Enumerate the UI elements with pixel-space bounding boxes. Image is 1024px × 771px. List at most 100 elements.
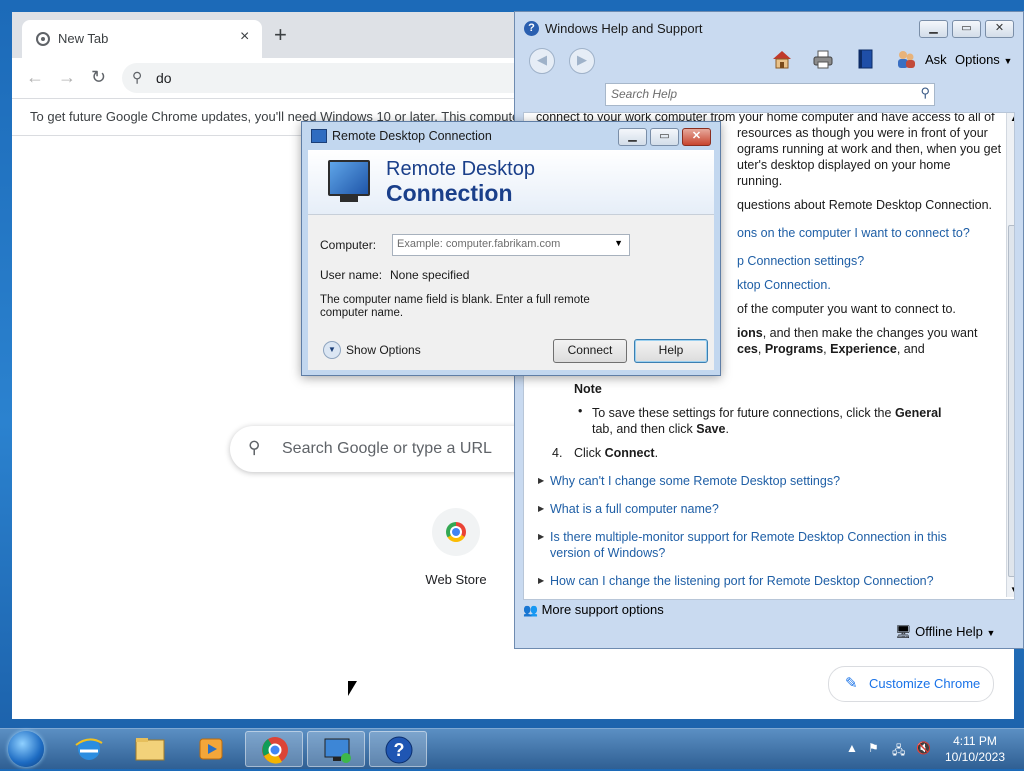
ask-icon[interactable] — [895, 48, 917, 70]
expand-options-icon[interactable]: ▼ — [323, 341, 341, 359]
computer-combobox[interactable]: Example: computer.fabrikam.com ▼ — [392, 234, 630, 256]
action-center-icon[interactable]: ⚑ — [868, 741, 879, 755]
rdc-body: Remote Desktop Connection Computer: Exam… — [308, 150, 714, 370]
reload-icon[interactable]: ↻ — [91, 67, 106, 88]
home-icon[interactable] — [771, 48, 793, 70]
article-line: uter's desktop displayed on your home — [737, 158, 951, 172]
expand-arrow-icon[interactable]: ▶ — [538, 476, 544, 485]
help-search-input[interactable]: Search Help ⚲ — [605, 83, 935, 106]
tab-title: New Tab — [58, 31, 109, 46]
remote-desktop-icon — [328, 160, 370, 202]
faq-link[interactable]: How can I change the listening port for … — [550, 573, 934, 589]
customize-chrome-button[interactable]: ✎ Customize Chrome — [828, 666, 994, 702]
start-button[interactable] — [8, 731, 44, 767]
help-support-taskbar-icon[interactable]: ? — [369, 731, 427, 767]
banner-heading-1: Remote Desktop — [386, 158, 535, 180]
omnibox-text[interactable]: do — [156, 70, 172, 86]
maximize-button[interactable]: ▭ — [952, 20, 981, 38]
bullet-dot: • — [578, 404, 583, 418]
more-support-label: More support options — [541, 602, 664, 617]
help-link[interactable]: ons on the computer I want to connect to… — [737, 225, 970, 241]
faq-link[interactable]: Why can't I change some Remote Desktop s… — [550, 473, 840, 489]
forward-arrow-icon[interactable]: → — [58, 67, 76, 88]
computer-placeholder: Example: computer.fabrikam.com — [397, 238, 561, 250]
remote-desktop-taskbar-icon[interactable] — [307, 731, 365, 767]
connect-button[interactable]: Connect — [553, 339, 627, 363]
system-clock[interactable]: 4:11 PM 10/10/2023 — [940, 733, 1010, 765]
search-icon: ⚲ — [248, 438, 261, 457]
help-button[interactable]: Help — [634, 339, 708, 363]
search-icon: ⚲ — [132, 69, 143, 85]
print-icon[interactable] — [812, 48, 834, 70]
article-line: of the computer you want to connect to. — [737, 302, 956, 316]
username-label: User name: — [320, 268, 383, 282]
expand-arrow-icon[interactable]: ▶ — [538, 532, 544, 541]
note-label: Note — [574, 382, 602, 396]
rdc-banner: Remote Desktop Connection — [308, 150, 714, 215]
web-store-icon — [446, 522, 466, 542]
help-link[interactable]: ktop Connection. — [737, 277, 831, 293]
minimize-button[interactable]: ▁ — [618, 128, 647, 146]
scrollbar-thumb[interactable] — [1008, 225, 1014, 577]
file-explorer-icon[interactable] — [121, 731, 179, 767]
dropdown-arrow-icon[interactable]: ▼ — [614, 238, 623, 248]
faq-link[interactable]: version of Windows? — [550, 545, 665, 561]
network-icon[interactable]: 🖧 — [892, 741, 905, 762]
more-support-options[interactable]: 👥 More support options — [523, 602, 664, 617]
window-title: Windows Help and Support — [545, 21, 703, 36]
back-arrow-icon[interactable]: ← — [26, 67, 44, 88]
help-link[interactable]: p Connection settings? — [737, 253, 864, 269]
web-store-shortcut[interactable] — [432, 508, 480, 556]
validation-message: The computer name field is blank. Enter … — [320, 294, 590, 319]
dialog-title: Remote Desktop Connection — [332, 129, 492, 143]
show-hidden-icons[interactable]: ▲ — [846, 741, 858, 755]
monitor-icon: 🖥 — [895, 624, 912, 639]
back-button[interactable]: ◀ — [529, 48, 555, 74]
faq-link[interactable]: What is a full computer name? — [550, 501, 719, 517]
clock-time: 4:11 PM — [953, 734, 997, 748]
expand-arrow-icon[interactable]: ▶ — [538, 576, 544, 585]
scroll-down-icon[interactable]: ▼ — [1010, 585, 1014, 594]
dropdown-arrow-icon: ▼ — [986, 628, 996, 638]
dropdown-arrow-icon: ▼ — [1003, 56, 1013, 66]
new-tab-button[interactable]: + — [274, 24, 287, 46]
customize-label: Customize Chrome — [869, 676, 981, 691]
vertical-scrollbar[interactable]: ▲ ▼ — [1006, 113, 1014, 597]
internet-explorer-icon[interactable] — [60, 731, 118, 767]
offline-help-menu[interactable]: 🖥 Offline Help ▼ — [895, 624, 995, 640]
search-icon[interactable]: ⚲ — [920, 85, 930, 101]
search-placeholder: Search Google or type a URL — [282, 440, 492, 457]
note-text: tab, and then click Save. — [592, 422, 729, 436]
username-value: None specified — [390, 268, 470, 282]
show-options-link[interactable]: Show Options — [346, 343, 421, 357]
rdc-titlebar[interactable]: Remote Desktop Connection ▁ ▭ ✕ — [302, 122, 720, 150]
browse-help-icon[interactable] — [854, 48, 876, 70]
step-number: 4. — [552, 446, 563, 460]
forward-button[interactable]: ▶ — [569, 48, 595, 74]
step-text: Click Connect. — [574, 446, 659, 460]
minimize-button[interactable]: ▁ — [919, 20, 948, 38]
volume-icon[interactable]: 🔇 — [916, 741, 931, 755]
tab-new-tab[interactable]: New Tab × — [22, 20, 262, 58]
svg-text:?: ? — [394, 740, 405, 760]
close-button[interactable]: ✕ — [985, 20, 1014, 38]
options-label: Options — [955, 52, 1000, 67]
rdc-app-icon — [311, 129, 327, 143]
scroll-up-icon[interactable]: ▲ — [1010, 114, 1014, 123]
article-line: ces, Programs, Experience, and — [737, 342, 925, 356]
expand-arrow-icon[interactable]: ▶ — [538, 504, 544, 513]
close-button[interactable]: ✕ — [682, 128, 711, 146]
options-menu[interactable]: Options ▼ — [955, 52, 1012, 67]
remote-desktop-dialog: Remote Desktop Connection ▁ ▭ ✕ Remote D… — [301, 121, 721, 376]
maximize-button[interactable]: ▭ — [650, 128, 679, 146]
help-titlebar[interactable]: ? Windows Help and Support ▁ ▭ ✕ — [515, 12, 1023, 44]
computer-label: Computer: — [320, 238, 377, 252]
chrome-taskbar-icon[interactable] — [245, 731, 303, 767]
offline-help-label: Offline Help — [915, 624, 983, 639]
tab-close-icon[interactable]: × — [240, 28, 249, 46]
faq-link[interactable]: Is there multiple-monitor support for Re… — [550, 529, 947, 545]
ask-label[interactable]: Ask — [925, 52, 947, 67]
mouse-cursor-icon — [348, 681, 357, 696]
media-player-icon[interactable] — [182, 731, 240, 767]
shortcut-label[interactable]: Web Store — [412, 572, 500, 587]
